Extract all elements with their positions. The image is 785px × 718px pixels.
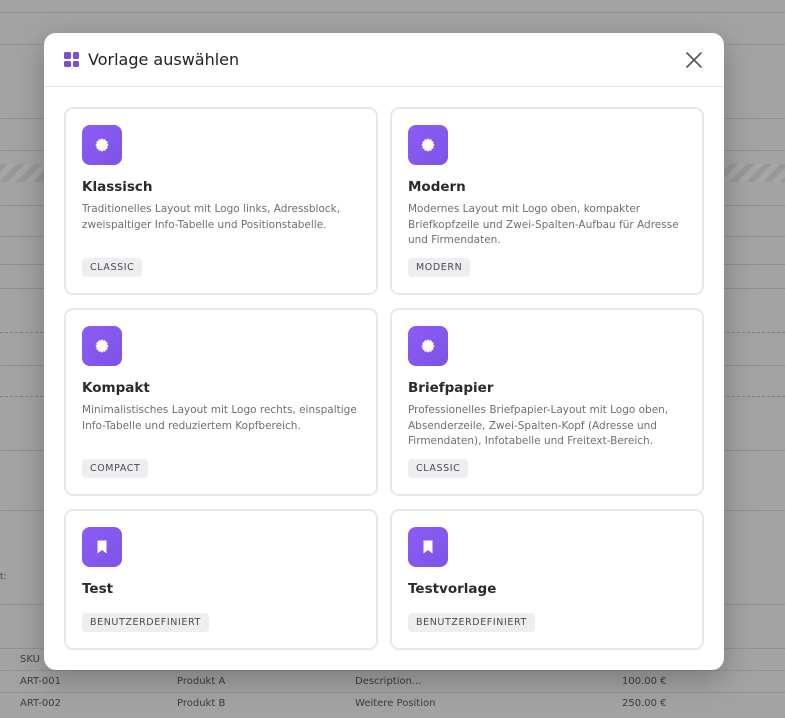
template-grid: Klassisch Traditionelles Layout mit Logo… (64, 107, 704, 650)
table-row: ART-002 Produkt B Weitere Position 250.0… (0, 692, 785, 715)
template-description: Minimalistisches Layout mit Logo rechts,… (82, 404, 357, 432)
template-title: Kompakt (82, 380, 150, 396)
table-cell: Produkt B (157, 692, 335, 715)
table-cell: 100.00 € (602, 670, 785, 693)
table-cell: ART-002 (0, 692, 157, 715)
template-badge: MODERN (408, 258, 471, 277)
table-cell: 250.00 € (602, 692, 785, 715)
template-title: Briefpapier (408, 380, 494, 396)
divider (0, 12, 785, 13)
seal-icon (408, 326, 448, 366)
template-title: Modern (408, 179, 466, 195)
table-cell: ART-001 (0, 670, 157, 693)
side-label: t: (0, 572, 7, 582)
modal-title: Vorlage auswählen (88, 50, 240, 69)
template-description: Modernes Layout mit Logo oben, kompakter… (408, 203, 679, 246)
template-badge: BENUTZERDEFINIERT (82, 613, 209, 632)
template-title: Klassisch (82, 179, 153, 195)
template-card-modern[interactable]: Modern Modernes Layout mit Logo oben, ko… (390, 107, 704, 295)
template-card-klassisch[interactable]: Klassisch Traditionelles Layout mit Logo… (64, 107, 378, 295)
grid-icon (64, 52, 79, 67)
template-badge: CLASSIC (82, 258, 143, 277)
table-cell: Description... (335, 670, 602, 693)
seal-icon (408, 125, 448, 165)
bookmark-icon (408, 527, 448, 567)
template-badge: CLASSIC (408, 459, 469, 478)
template-badge: COMPACT (82, 459, 149, 478)
template-badge: BENUTZERDEFINIERT (408, 613, 535, 632)
template-picker-modal: Vorlage auswählen Klassisch Traditionell… (44, 33, 724, 670)
bookmark-icon (82, 527, 122, 567)
template-description: Traditionelles Layout mit Logo links, Ad… (82, 203, 341, 231)
template-card-test[interactable]: Test BENUTZERDEFINIERT (64, 509, 378, 650)
table-cell: Weitere Position (335, 692, 602, 715)
close-icon[interactable] (684, 50, 704, 70)
template-card-briefpapier[interactable]: Briefpapier Professionelles Briefpapier-… (390, 308, 704, 496)
template-title: Testvorlage (408, 581, 497, 597)
seal-icon (82, 326, 122, 366)
seal-icon (82, 125, 122, 165)
template-title: Test (82, 581, 114, 597)
table-row: ART-001 Produkt A Description... 100.00 … (0, 670, 785, 693)
template-card-testvorlage[interactable]: Testvorlage BENUTZERDEFINIERT (390, 509, 704, 650)
template-description: Professionelles Briefpapier-Layout mit L… (408, 404, 669, 447)
modal-header: Vorlage auswählen (44, 33, 724, 87)
template-card-kompakt[interactable]: Kompakt Minimalistisches Layout mit Logo… (64, 308, 378, 496)
table-cell: Produkt A (157, 670, 335, 693)
